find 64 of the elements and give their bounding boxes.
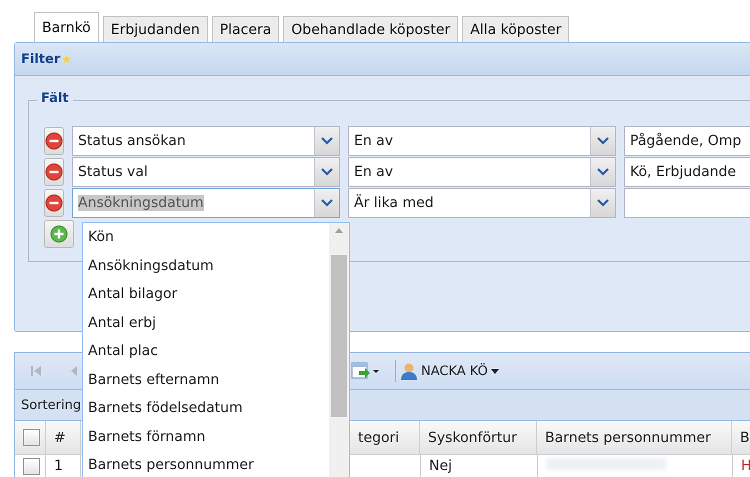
tab[interactable]: Placera bbox=[212, 16, 280, 42]
operator-value: En av bbox=[354, 133, 394, 149]
scrollbar-thumb[interactable] bbox=[331, 255, 347, 417]
checkbox[interactable] bbox=[23, 429, 40, 446]
remove-button[interactable] bbox=[44, 127, 64, 155]
filter-value: Pågående, Omp bbox=[630, 133, 742, 149]
field-value: Status ansökan bbox=[78, 133, 186, 149]
remove-button[interactable] bbox=[44, 189, 64, 217]
caret-icon bbox=[490, 368, 499, 374]
field-select[interactable]: Status val bbox=[72, 157, 340, 187]
add-icon bbox=[50, 225, 68, 243]
remove-button[interactable] bbox=[44, 158, 64, 186]
chevron-down-icon bbox=[597, 199, 609, 207]
chevron-down-icon bbox=[321, 168, 333, 176]
dropdown-item[interactable]: Antal bilagor bbox=[83, 280, 329, 308]
dropdown-item[interactable]: Antal erbj bbox=[83, 308, 329, 337]
dropdown-item[interactable]: Barnets födelsedatum bbox=[83, 394, 329, 422]
previous-page-icon bbox=[69, 364, 79, 378]
checkbox[interactable] bbox=[23, 458, 40, 475]
add-button[interactable] bbox=[44, 220, 74, 248]
table-cell: Nej bbox=[421, 455, 538, 477]
remove-icon bbox=[45, 132, 63, 150]
dropdown-item[interactable]: Barnets efternamn bbox=[83, 366, 329, 394]
operator-value: En av bbox=[354, 164, 394, 180]
dropdown-item[interactable]: Barnets personnummer bbox=[83, 451, 329, 477]
value-select[interactable] bbox=[624, 188, 750, 218]
dropdown-item[interactable]: Barnets förnamn bbox=[83, 422, 329, 451]
field-select[interactable]: Status ansökan bbox=[72, 126, 340, 156]
operator-select[interactable]: Är lika med bbox=[348, 188, 616, 218]
tab[interactable]: Obehandlade köposter bbox=[283, 16, 458, 42]
panel-title: Filter bbox=[21, 52, 60, 66]
first-page-icon bbox=[29, 364, 43, 378]
column-header[interactable]: # bbox=[46, 421, 81, 454]
dropdown-item[interactable]: Kön bbox=[83, 223, 329, 252]
tab[interactable]: Barnkö bbox=[34, 12, 99, 42]
table-cell: H bbox=[733, 455, 750, 477]
scrollbar[interactable] bbox=[329, 223, 349, 477]
remove-icon bbox=[45, 163, 63, 181]
field-value: Status val bbox=[78, 164, 148, 180]
chevron-down-icon bbox=[321, 137, 333, 145]
field-select[interactable]: Ansökningsdatum bbox=[72, 188, 340, 218]
value-select[interactable]: Pågående, Omp bbox=[624, 126, 750, 156]
sort-label: Sortering bbox=[21, 398, 82, 412]
column-header[interactable]: B bbox=[732, 421, 750, 454]
filter-value: Kö, Erbjudande bbox=[630, 164, 736, 180]
chevron-down-icon bbox=[597, 137, 609, 145]
value-select[interactable]: Kö, Erbjudande bbox=[624, 157, 750, 187]
chevron-down-icon bbox=[321, 199, 333, 207]
dropdown-item[interactable]: Ansökningsdatum bbox=[83, 252, 329, 280]
column-header[interactable]: Barnets personnummer bbox=[537, 421, 732, 454]
operator-select[interactable]: En av bbox=[348, 157, 616, 187]
user-menu-button[interactable]: NACKA KÖ bbox=[395, 360, 503, 382]
user-icon bbox=[400, 362, 418, 380]
dropdown-item[interactable]: Antal plac bbox=[83, 337, 329, 366]
star-icon bbox=[62, 54, 72, 64]
operator-select[interactable]: En av bbox=[348, 126, 616, 156]
operator-value: Är lika med bbox=[354, 195, 434, 211]
chevron-down-icon bbox=[597, 168, 609, 176]
tab[interactable]: Alla köposter bbox=[462, 16, 570, 42]
remove-icon bbox=[45, 194, 63, 212]
field-value: Ansökningsdatum bbox=[78, 195, 204, 211]
column-header[interactable]: Syskonförtur bbox=[420, 421, 537, 454]
tab[interactable]: Erbjudanden bbox=[102, 16, 208, 42]
table-cell: 1 bbox=[46, 455, 81, 477]
